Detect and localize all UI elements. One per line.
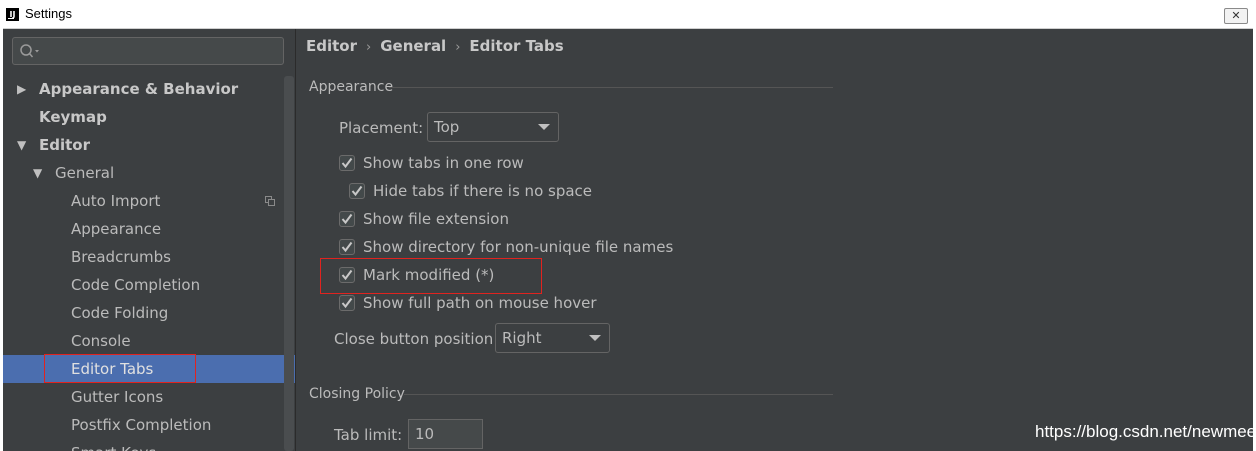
window-title: Settings [25, 6, 72, 21]
checkbox-checked[interactable] [339, 155, 355, 171]
close-button-position-dropdown[interactable]: Right [495, 323, 610, 353]
checkmark-icon [341, 213, 353, 225]
sidebar-item-smart-keys[interactable]: Smart Keys [3, 439, 283, 451]
tab-limit-label: Tab limit: [334, 426, 403, 444]
sidebar-item-label: Breadcrumbs [71, 248, 171, 266]
settings-content-panel: Editor › General › Editor Tabs Appearance Pl… [296, 29, 1253, 451]
placement-label: Placement: [339, 119, 424, 137]
sidebar-item-label: Console [71, 332, 131, 350]
checkbox-label: Hide tabs if there is no space [373, 182, 593, 200]
collapse-arrow-icon[interactable]: ▼ [33, 159, 42, 187]
breadcrumb-item-editor-tabs: Editor Tabs [469, 37, 564, 55]
tab-limit-input[interactable]: 10 [408, 419, 483, 449]
appearance-section-title: Appearance [309, 79, 394, 95]
sidebar-item-keymap[interactable]: Keymap [3, 103, 283, 131]
watermark-text: https://blog.csdn.net/newmeet [1035, 422, 1256, 441]
close-button-position-label: Close button position: [334, 330, 499, 348]
checkbox-label: Mark modified (*) [363, 266, 495, 284]
sidebar-item-label: Postfix Completion [71, 416, 212, 434]
sidebar-scrollbar[interactable] [284, 76, 294, 451]
checkbox-label: Show directory for non-unique file names [363, 238, 674, 256]
checkmark-icon [341, 269, 353, 281]
sidebar-item-console[interactable]: Console [3, 327, 283, 355]
window-title-bar: IJ Settings ✕ [0, 0, 1256, 29]
sidebar-item-appearance-behavior[interactable]: ▶ Appearance & Behavior [3, 75, 283, 103]
sidebar-item-label: Code Completion [71, 276, 201, 294]
checkmark-icon [341, 157, 353, 169]
sidebar-item-appearance[interactable]: Appearance [3, 215, 283, 243]
settings-sidebar: ▶ Appearance & Behavior Keymap ▼ Editor … [3, 29, 296, 451]
sidebar-item-postfix-completion[interactable]: Postfix Completion [3, 411, 283, 439]
sidebar-item-code-completion[interactable]: Code Completion [3, 271, 283, 299]
breadcrumb-item-general[interactable]: General [380, 37, 446, 55]
collapse-arrow-icon[interactable]: ▼ [17, 131, 26, 159]
sidebar-item-breadcrumbs[interactable]: Breadcrumbs [3, 243, 283, 271]
checkbox-label: Show file extension [363, 210, 509, 228]
closing-policy-section-title: Closing Policy [309, 386, 405, 402]
checkbox-label: Show full path on mouse hover [363, 294, 597, 312]
sidebar-item-editor-tabs[interactable]: Editor Tabs [3, 355, 295, 383]
copy-settings-icon [265, 196, 275, 206]
search-icon [20, 44, 39, 58]
checkbox-checked[interactable] [339, 211, 355, 227]
checkbox-label: Show tabs in one row [363, 154, 524, 172]
checkbox-checked[interactable] [339, 239, 355, 255]
checkmark-icon [351, 185, 363, 197]
breadcrumb-separator-icon: › [455, 40, 461, 55]
checkbox-checked[interactable] [349, 183, 365, 199]
sidebar-item-label: Gutter Icons [71, 388, 164, 406]
chevron-down-icon [589, 335, 601, 341]
sidebar-item-editor[interactable]: ▼ Editor [3, 131, 283, 159]
sidebar-item-general[interactable]: ▼ General [3, 159, 283, 187]
sidebar-item-auto-import[interactable]: Auto Import [3, 187, 283, 215]
sidebar-item-label: Appearance [71, 220, 162, 238]
breadcrumb: Editor › General › Editor Tabs [306, 37, 564, 55]
checkbox-checked[interactable] [339, 295, 355, 311]
tab-limit-value: 10 [415, 425, 435, 443]
close-window-button[interactable]: ✕ [1224, 8, 1248, 24]
sidebar-item-label: Smart Keys [71, 439, 156, 451]
sidebar-item-label: Appearance & Behavior [39, 80, 239, 98]
placement-value: Top [434, 118, 460, 136]
sidebar-item-label: Keymap [39, 108, 107, 126]
checkmark-icon [341, 297, 353, 309]
expand-arrow-icon[interactable]: ▶ [17, 75, 26, 103]
sidebar-item-label: General [55, 164, 115, 182]
close-button-position-value: Right [502, 329, 542, 347]
breadcrumb-item-editor[interactable]: Editor [306, 37, 357, 55]
chevron-down-icon [538, 124, 550, 130]
settings-search-input[interactable] [12, 37, 284, 65]
sidebar-item-label: Code Folding [71, 304, 169, 322]
sidebar-item-label: Editor Tabs [71, 360, 154, 378]
checkmark-icon [341, 241, 353, 253]
checkbox-checked[interactable] [339, 267, 355, 283]
placement-dropdown[interactable]: Top [427, 112, 559, 142]
sidebar-item-label: Auto Import [71, 192, 161, 210]
intellij-app-icon: IJ [6, 8, 19, 21]
breadcrumb-separator-icon: › [366, 40, 372, 55]
section-divider [404, 394, 833, 395]
section-divider [389, 87, 833, 88]
sidebar-item-label: Editor [39, 136, 90, 154]
sidebar-item-code-folding[interactable]: Code Folding [3, 299, 283, 327]
sidebar-item-gutter-icons[interactable]: Gutter Icons [3, 383, 283, 411]
